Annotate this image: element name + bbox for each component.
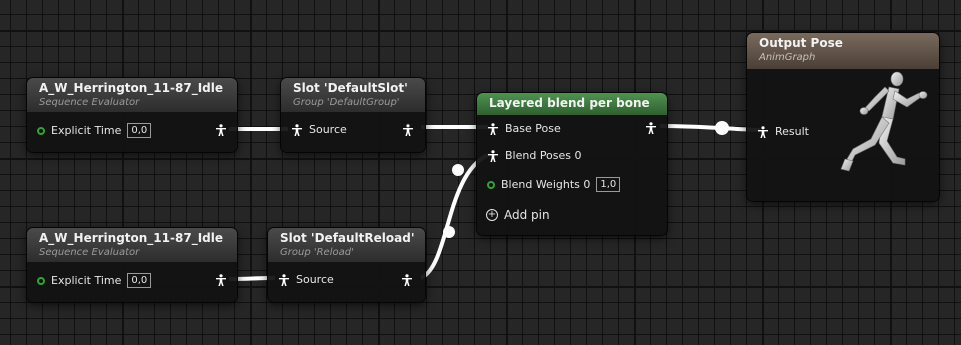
pose-pin-icon[interactable] <box>401 274 413 286</box>
base-pose-pin-row: Base Pose <box>487 122 561 135</box>
node-subtitle: Sequence Evaluator <box>39 247 140 258</box>
node-subtitle: Group 'Reload' <box>280 247 354 258</box>
node-header: Slot 'DefaultReload' Group 'Reload' <box>268 228 425 262</box>
source-pin-row: Source <box>278 273 334 286</box>
pin-label: Source <box>309 123 347 136</box>
sequence-evaluator-node-top[interactable]: A_W_Herrington_11-87_Idle Sequence Evalu… <box>27 78 237 152</box>
pin-label: Explicit Time <box>51 124 122 137</box>
node-header: Layered blend per bone <box>477 93 667 115</box>
wire-layered-to-result <box>659 124 761 132</box>
sequence-evaluator-node-bottom[interactable]: A_W_Herrington_11-87_Idle Sequence Evalu… <box>27 228 237 302</box>
add-pin-label: Add pin <box>504 208 550 222</box>
pin-label: Base Pose <box>505 122 561 135</box>
layered-blend-node[interactable]: Layered blend per bone Base Pose Blend P… <box>477 93 667 235</box>
node-header: A_W_Herrington_11-87_Idle Sequence Evalu… <box>27 228 237 262</box>
slot-default-node[interactable]: Slot 'DefaultSlot' Group 'DefaultGroup' … <box>281 78 425 152</box>
pose-pin-icon[interactable] <box>487 149 499 162</box>
wire-knot <box>452 164 464 176</box>
node-title: A_W_Herrington_11-87_Idle <box>39 81 223 95</box>
pose-pin-icon[interactable] <box>487 122 499 135</box>
add-pin-icon: + <box>486 209 498 221</box>
pose-pin-icon[interactable] <box>645 122 657 134</box>
result-pin-row: Result <box>757 125 809 138</box>
blend-poses-pin-row: Blend Poses 0 <box>487 149 582 162</box>
slot-reload-node[interactable]: Slot 'DefaultReload' Group 'Reload' Sour… <box>268 228 425 302</box>
node-subtitle: AnimGraph <box>759 52 816 63</box>
mannequin-icon <box>840 71 928 172</box>
explicit-time-pin-row: Explicit Time 0,0 <box>37 123 152 138</box>
pin-label: Source <box>296 273 334 286</box>
source-pin-row: Source <box>291 123 347 136</box>
explicit-time-input[interactable]: 0,0 <box>127 123 152 138</box>
pin-label: Blend Poses 0 <box>505 149 582 162</box>
explicit-time-pin-row: Explicit Time 0,0 <box>37 273 152 288</box>
wire-knot <box>443 226 455 238</box>
node-title: Output Pose <box>759 36 843 50</box>
pose-pin-icon[interactable] <box>402 124 414 136</box>
pose-pin-icon[interactable] <box>278 273 290 286</box>
node-title: Layered blend per bone <box>489 96 650 110</box>
output-pose-node[interactable]: Output Pose AnimGraph Result <box>747 33 939 201</box>
wire-knot <box>715 121 729 135</box>
float-pin-icon[interactable] <box>37 126 45 135</box>
pose-pin-icon[interactable] <box>757 125 769 138</box>
pose-pin-icon[interactable] <box>215 274 227 286</box>
node-header: Slot 'DefaultSlot' Group 'DefaultGroup' <box>281 78 425 112</box>
pin-label: Blend Weights 0 <box>501 178 591 191</box>
blend-weights-pin-row: Blend Weights 0 1,0 <box>487 177 621 192</box>
node-header: A_W_Herrington_11-87_Idle Sequence Evalu… <box>27 78 237 112</box>
node-subtitle: Group 'DefaultGroup' <box>293 97 400 108</box>
float-pin-icon[interactable] <box>487 180 495 189</box>
node-title: Slot 'DefaultReload' <box>280 231 415 245</box>
node-header: Output Pose AnimGraph <box>747 33 939 69</box>
pin-label: Explicit Time <box>51 274 122 287</box>
pose-pin-icon[interactable] <box>215 124 227 136</box>
pose-pin-icon[interactable] <box>291 123 303 136</box>
node-subtitle: Sequence Evaluator <box>39 97 140 108</box>
float-pin-icon[interactable] <box>37 276 45 285</box>
node-title: Slot 'DefaultSlot' <box>293 81 408 95</box>
pin-label: Result <box>775 125 809 138</box>
node-title: A_W_Herrington_11-87_Idle <box>39 231 223 245</box>
add-pin-button[interactable]: + Add pin <box>486 208 550 222</box>
blend-weights-input[interactable]: 1,0 <box>596 177 621 192</box>
explicit-time-input[interactable]: 0,0 <box>127 273 152 288</box>
